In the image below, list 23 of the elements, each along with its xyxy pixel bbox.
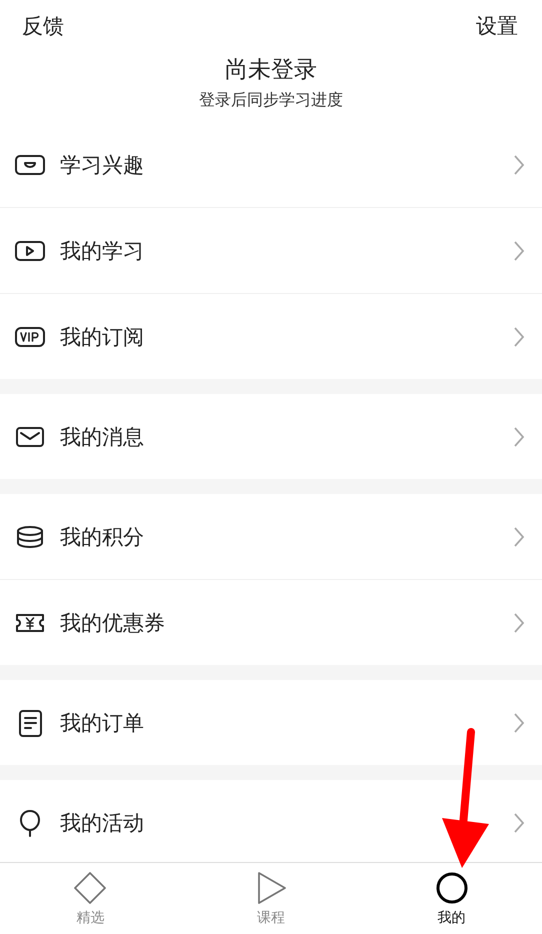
login-status-title: 尚未登录	[224, 56, 318, 85]
chevron-icon	[512, 240, 526, 262]
circle-icon	[434, 870, 469, 904]
feedback-link[interactable]: 反馈	[22, 12, 64, 40]
chevron-icon	[512, 526, 526, 548]
menu-item[interactable]: 我的活动	[0, 780, 542, 862]
tab[interactable]: 课程	[180, 863, 362, 934]
chevron-icon	[512, 812, 526, 834]
diamond-icon	[73, 870, 108, 904]
menu-item[interactable]: 学习兴趣	[0, 122, 542, 207]
menu-item[interactable]: 我的消息	[0, 394, 542, 479]
chevron-icon	[512, 154, 526, 176]
menu-item[interactable]: 我的订单	[0, 680, 542, 765]
chevron-icon	[512, 712, 526, 734]
chevron-icon	[512, 426, 526, 448]
tab[interactable]: 精选	[0, 863, 181, 934]
login-hint: 登录后同步学习进度	[198, 90, 344, 110]
menu-item[interactable]: 我的积分	[0, 494, 542, 579]
settings-link[interactable]: 设置	[476, 12, 518, 40]
chevron-icon	[512, 612, 526, 634]
menu-item[interactable]: 我的学习	[0, 207, 542, 293]
chevron-icon	[512, 326, 526, 348]
tab[interactable]: 我的	[361, 863, 542, 934]
